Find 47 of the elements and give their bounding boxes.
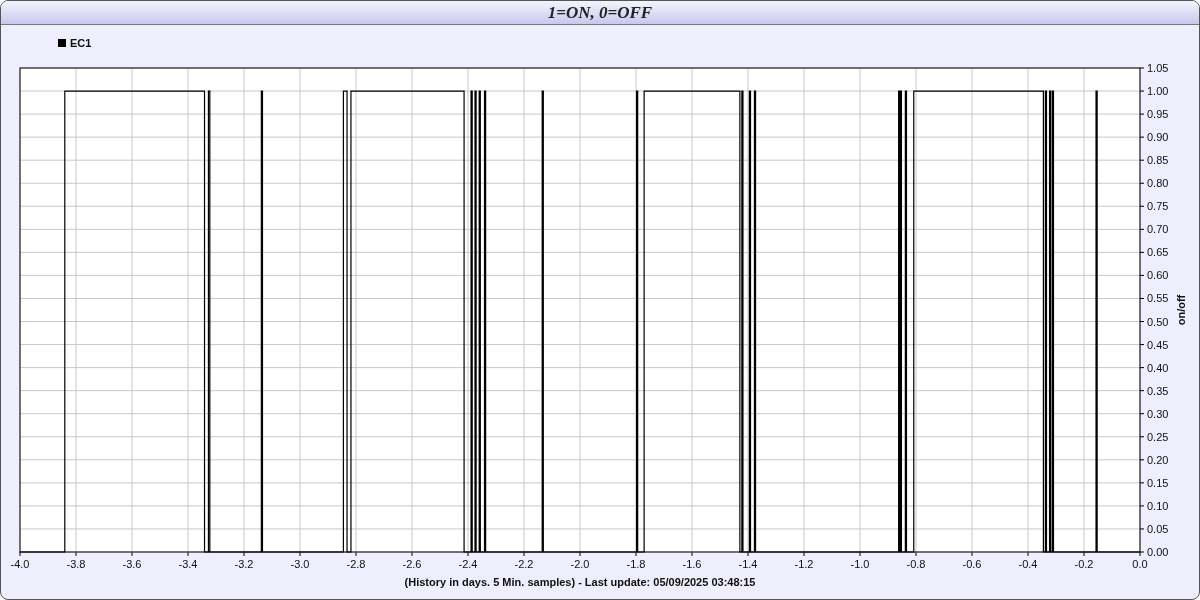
x-axis-label: -0.2 — [1074, 558, 1094, 570]
y-axis-label: 0.55 — [1147, 292, 1169, 305]
y-axis-label: 0.35 — [1147, 384, 1169, 397]
y-axis-label: 0.30 — [1147, 407, 1169, 420]
x-axis-label: -2.0 — [570, 558, 590, 570]
x-axis-label: -0.8 — [906, 558, 926, 570]
y-axis-label: 1.00 — [1147, 85, 1169, 98]
y-axis-label: 1.05 — [1147, 62, 1169, 74]
window-title: 1=ON, 0=OFF — [1, 1, 1199, 25]
y-axis-label: 0.85 — [1147, 154, 1169, 167]
y-axis-label: 0.65 — [1147, 246, 1169, 259]
y-axis-label: 0.80 — [1147, 177, 1169, 190]
y-axis-label: 0.45 — [1147, 338, 1169, 351]
y-axis-label: 0.40 — [1147, 361, 1169, 374]
x-axis-label: -0.6 — [962, 558, 982, 570]
y-axis-label: 0.10 — [1147, 499, 1169, 512]
x-axis-label: -2.4 — [458, 558, 478, 570]
y-axis-label: 0.25 — [1147, 430, 1169, 443]
y-axis-label: 0.50 — [1147, 315, 1169, 328]
y-axis-title: on/off — [1175, 294, 1187, 326]
y-axis-label: 0.90 — [1147, 131, 1169, 144]
x-axis-label: -3.8 — [66, 558, 86, 570]
x-axis-label: -2.8 — [346, 558, 366, 570]
x-axis-label: -2.6 — [402, 558, 422, 570]
x-axis-label: -1.4 — [738, 558, 758, 570]
x-axis-label: 0.0 — [1132, 558, 1148, 570]
x-axis-label: -2.2 — [514, 558, 534, 570]
y-axis-label: 0.00 — [1147, 546, 1169, 558]
x-axis-label: -1.0 — [850, 558, 870, 570]
x-axis-label: -3.6 — [122, 558, 142, 570]
y-axis-label: 0.95 — [1147, 108, 1169, 121]
x-axis-label: -1.2 — [794, 558, 814, 570]
y-axis-label: 0.75 — [1147, 200, 1169, 213]
x-axis-label: -0.4 — [1018, 558, 1038, 570]
x-axis-title: (History in days. 5 Min. samples) - Last update: 05/09/2025 03:48:15 — [404, 576, 756, 588]
x-axis-label: -3.4 — [178, 558, 198, 570]
x-axis-label: -3.0 — [290, 558, 310, 570]
x-axis-label: -1.6 — [682, 558, 702, 570]
x-axis-label: -4.0 — [10, 558, 30, 570]
y-axis-label: 0.05 — [1147, 522, 1169, 535]
y-axis-label: 0.20 — [1147, 453, 1169, 466]
y-axis-label: 0.60 — [1147, 269, 1169, 282]
y-axis-label: 0.70 — [1147, 223, 1169, 236]
y-axis-label: 0.15 — [1147, 476, 1169, 489]
x-axis-label: -3.2 — [234, 558, 254, 570]
x-axis-label: -1.8 — [626, 558, 646, 570]
legend-label: EC1 — [70, 37, 92, 49]
